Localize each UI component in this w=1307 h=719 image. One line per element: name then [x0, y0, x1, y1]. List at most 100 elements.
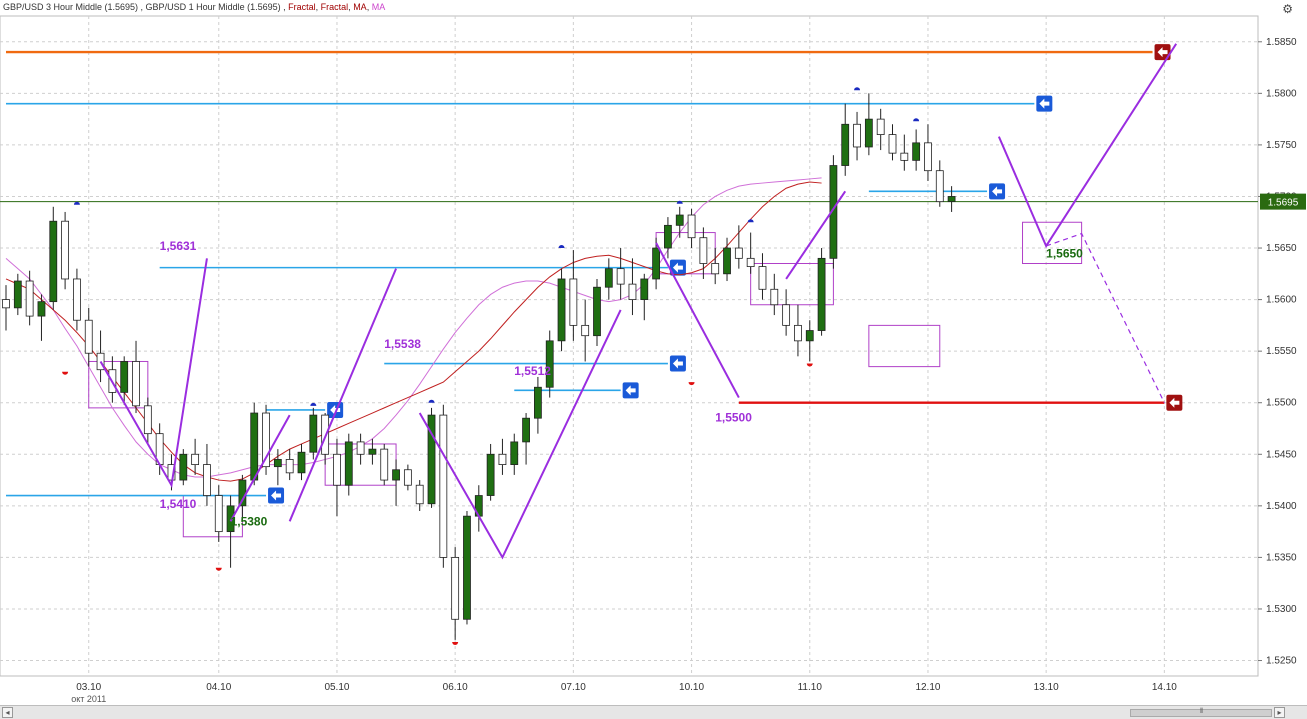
- price-axis-label: 1.5450: [1266, 449, 1297, 460]
- candle-bearish: [203, 464, 211, 496]
- time-axis-label: 04.10: [206, 682, 231, 693]
- price-axis-label: 1.5650: [1266, 243, 1297, 254]
- candle-bullish: [510, 441, 519, 465]
- time-axis-label: 03.10: [76, 682, 101, 693]
- header-ma-1: MA: [353, 2, 367, 12]
- candle-bearish: [439, 414, 448, 558]
- candle-bullish: [13, 280, 22, 309]
- chart-header: GBP/USD 3 Hour Middle (1.5695) , GBP/USD…: [3, 2, 385, 12]
- scroll-right-button[interactable]: ▸: [1274, 707, 1285, 718]
- candle-bearish: [746, 257, 755, 267]
- candle-bearish: [415, 484, 424, 505]
- header-ma-2: MA: [371, 2, 386, 12]
- candle-bearish: [734, 247, 743, 259]
- candle-bullish: [297, 451, 306, 474]
- candle-bearish: [333, 453, 341, 486]
- candle-bearish: [25, 280, 34, 317]
- time-axis-label: 07.10: [561, 682, 586, 693]
- candle-bullish: [273, 459, 282, 468]
- time-axis-label: 06.10: [443, 682, 468, 693]
- candle-bullish: [640, 278, 649, 300]
- price-axis-label: 1.5500: [1266, 398, 1297, 409]
- time-axis-label: 14.10: [1152, 682, 1177, 693]
- candle-bearish: [356, 441, 365, 455]
- candle-bullish: [120, 361, 129, 393]
- candle-bullish: [675, 214, 684, 226]
- candle-bullish: [344, 441, 353, 486]
- candle-bearish: [888, 134, 897, 154]
- candle-bullish: [723, 247, 731, 275]
- candle-bullish: [841, 123, 850, 166]
- candle-bearish: [143, 405, 152, 435]
- candle-bearish: [794, 324, 802, 342]
- candle-bullish: [864, 118, 873, 148]
- header-fractal-2: Fractal: [320, 2, 349, 12]
- candle-bearish: [569, 278, 578, 326]
- candle-bullish: [912, 142, 921, 161]
- candle-bearish: [687, 214, 696, 239]
- price-chart[interactable]: 1.58501.58001.57501.57001.56501.56001.55…: [0, 0, 1307, 705]
- candle-bearish: [132, 361, 140, 407]
- candle-bearish: [711, 263, 720, 275]
- candle-bearish: [73, 278, 81, 321]
- time-axis-label: 11.10: [798, 682, 823, 693]
- price-axis-label: 1.5250: [1266, 656, 1297, 667]
- candle-bullish: [522, 417, 530, 443]
- candle-bullish: [557, 278, 566, 342]
- candle-bullish: [392, 469, 400, 481]
- scroll-grip-icon: ⦀: [1200, 708, 1204, 715]
- candle-bearish: [403, 469, 412, 486]
- time-axis-label: 05.10: [324, 682, 349, 693]
- price-axis-label: 1.5600: [1266, 295, 1297, 306]
- price-axis-label: 1.5850: [1266, 37, 1297, 48]
- price-axis-label: 1.5750: [1266, 140, 1297, 151]
- level-price-label: 1,5380: [231, 514, 268, 528]
- price-axis-label: 1.5550: [1266, 346, 1297, 357]
- scroll-left-button[interactable]: ◂: [2, 707, 13, 718]
- level-price-label: 1,5410: [160, 497, 197, 511]
- candle-bullish: [463, 515, 471, 620]
- candle-bearish: [758, 266, 767, 290]
- candle-bullish: [37, 301, 46, 317]
- candle-bullish: [593, 286, 601, 337]
- candle-bearish: [924, 142, 932, 172]
- candle-bearish: [380, 448, 389, 481]
- candle-bearish: [214, 495, 223, 533]
- candle-bullish: [947, 196, 956, 203]
- candle-bearish: [900, 152, 909, 161]
- level-price-label: 1,5538: [384, 337, 421, 351]
- candle-bullish: [604, 268, 613, 288]
- candle-bearish: [498, 453, 507, 465]
- time-axis-label: 12.10: [915, 682, 940, 693]
- level-price-label: 1,5650: [1046, 246, 1083, 260]
- candle-bearish: [616, 268, 625, 285]
- month-axis-label: окт 2011: [71, 694, 106, 704]
- candle-bullish: [652, 247, 660, 280]
- candle-bearish: [61, 220, 69, 280]
- chart-settings-icon[interactable]: ⚙: [1282, 2, 1293, 16]
- candle-bearish: [581, 324, 590, 337]
- current-price-label: 1.5695: [1268, 198, 1299, 209]
- header-main-title: GBP/USD 3 Hour Middle (1.5695) , GBP/USD…: [3, 2, 289, 12]
- price-axis-label: 1.5350: [1266, 552, 1297, 563]
- time-axis-label: 10.10: [679, 682, 704, 693]
- candle-bearish: [191, 453, 200, 465]
- candle-bearish: [876, 118, 885, 135]
- header-fractal-1: Fractal: [288, 2, 316, 12]
- candle-bullish: [805, 330, 814, 342]
- horizontal-scrollbar[interactable]: ◂ ⦀ ▸: [0, 705, 1307, 719]
- candle-bearish: [853, 123, 861, 148]
- candle-bullish: [368, 448, 377, 455]
- candle-bearish: [451, 557, 460, 620]
- candle-bullish: [664, 224, 672, 249]
- candle-bullish: [486, 453, 495, 496]
- candle-bearish: [935, 170, 944, 203]
- level-price-label: 1,5512: [514, 364, 551, 378]
- price-axis-label: 1.5400: [1266, 501, 1297, 512]
- candle-bullish: [179, 453, 188, 481]
- candle-bullish: [309, 414, 318, 453]
- price-axis-label: 1.5800: [1266, 88, 1297, 99]
- candle-bearish: [628, 283, 637, 300]
- candle-bearish: [285, 459, 294, 474]
- candle-bullish: [250, 412, 259, 481]
